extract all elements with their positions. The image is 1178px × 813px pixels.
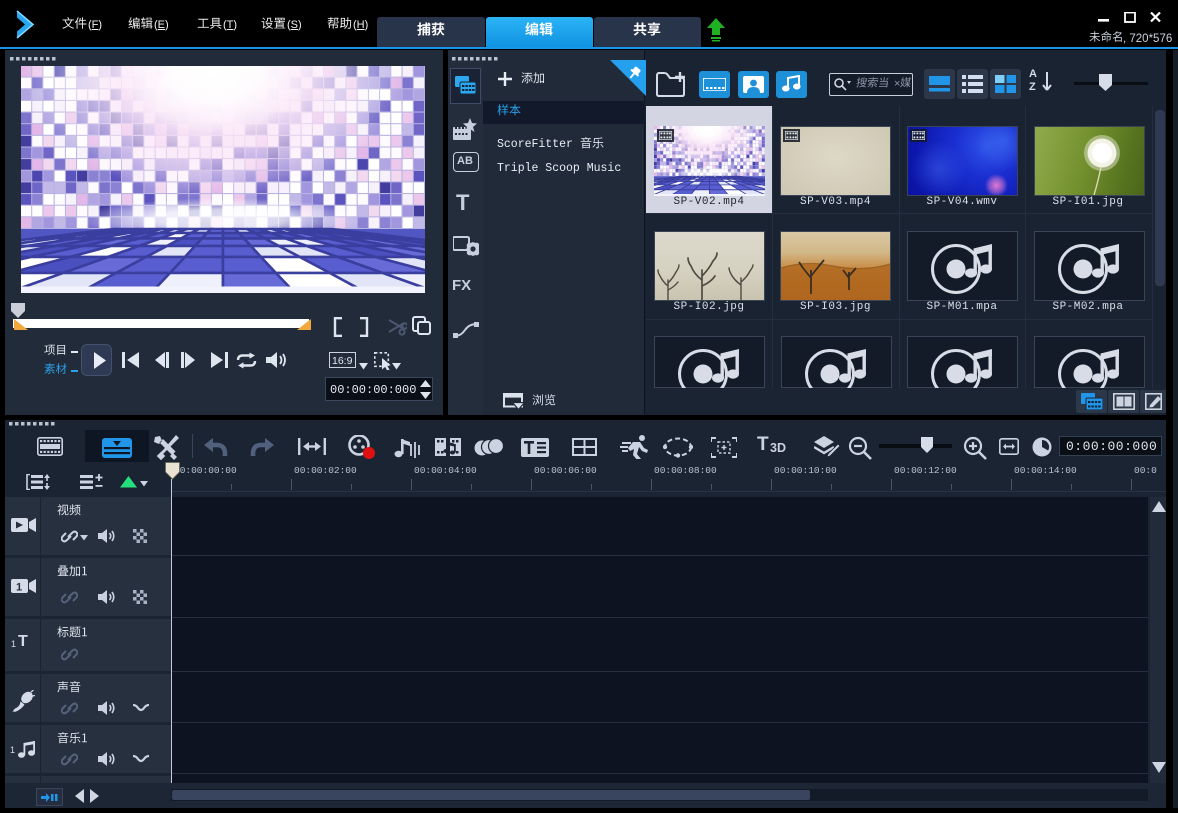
- svg-text:1: 1: [16, 582, 22, 594]
